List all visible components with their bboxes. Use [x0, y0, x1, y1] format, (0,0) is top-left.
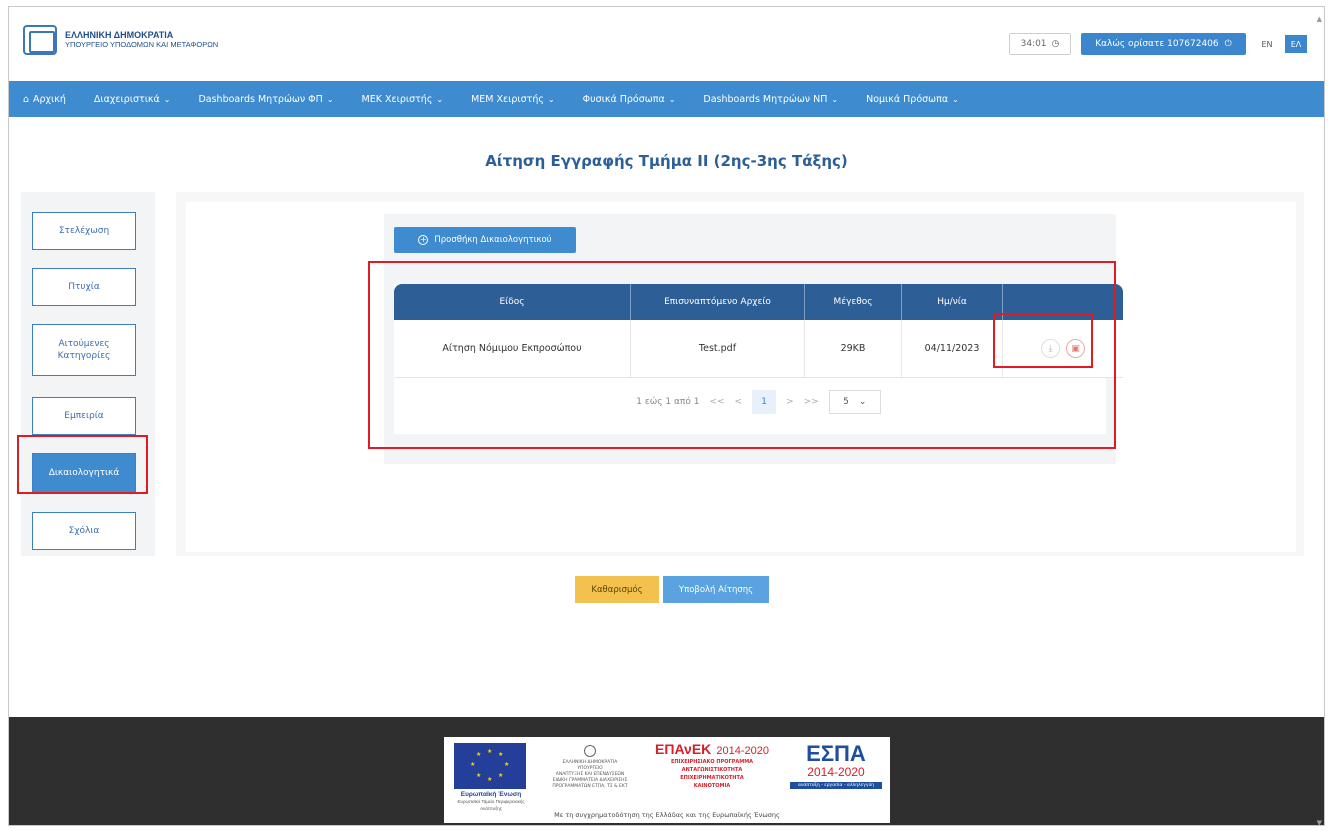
nav-dashboards-fp[interactable]: Dashboards Μητρώων ΦΠ ⌄	[198, 94, 333, 105]
greek-emblem-icon	[23, 25, 57, 55]
sidebar-item-degrees[interactable]: Πτυχία	[32, 268, 136, 306]
epanek-line: ΕΠΙΧΕΙΡΗΜΑΤΙΚΟΤΗΤΑ	[680, 775, 744, 781]
ministry-logo: ΕΛΛΗΝΙΚΗ ΔΗΜΟΚΡΑΤΙΑ ΥΠΟΥΡΓΕΙΟ ΑΝΑΠΤΥΞΗΣ …	[546, 745, 634, 790]
epanek-line: ΚΑΙΝΟΤΟΜΙΑ	[693, 783, 731, 789]
espa-logo: ΕΣΠΑ 2014-2020 ανάπτυξη - εργασία - αλλη…	[790, 743, 882, 789]
funding-banner: ★ ★ ★ ★ ★ ★ ★ ★ Ευρωπαϊκή Ένωση Ευρωπαϊκ…	[444, 737, 890, 823]
clock-icon: ◷	[1051, 39, 1060, 49]
espa-tagline: ανάπτυξη - εργασία - αλληλεγγύη	[790, 782, 882, 789]
user-logout-button[interactable]: Καλώς ορίσατε 107672406 ⏻	[1081, 33, 1246, 55]
chevron-down-icon: ⌄	[326, 94, 334, 104]
top-header: ΕΛΛΗΝΙΚΗ ΔΗΜΟΚΡΑΤΙΑ ΥΠΟΥΡΓΕΙΟ ΥΠΟΔΟΜΩΝ Κ…	[9, 7, 1324, 73]
welcome-text: Καλώς ορίσατε 107672406	[1095, 39, 1219, 49]
nav-label: Dashboards Μητρώων ΝΠ	[703, 93, 828, 105]
ministry-line: ΠΡΟΓΡΑΜΜΑΤΩΝ ΕΤΠΑ, ΤΣ & ΕΚΤ	[552, 784, 628, 789]
highlight-documents-tab	[17, 435, 148, 494]
eu-title: Ευρωπαϊκή Ένωση	[460, 791, 522, 798]
logo-subtitle: ΥΠΟΥΡΓΕΙΟ ΥΠΟΔΟΜΩΝ ΚΑΙ ΜΕΤΑΦΟΡΩΝ	[65, 40, 219, 49]
nav-admin[interactable]: Διαχειριστικά ⌄	[94, 94, 171, 105]
cofunding-text: Με τη συγχρηματοδότηση της Ελλάδας και τ…	[554, 811, 780, 819]
chevron-down-icon: ⌄	[436, 94, 444, 104]
greek-emblem-icon	[584, 745, 596, 757]
chevron-down-icon: ⌄	[831, 94, 839, 104]
epanek-line: ΑΝΤΑΓΩΝΙΣΤΙΚΟΤΗΤΑ	[681, 767, 743, 773]
nav-label: Dashboards Μητρώων ΦΠ	[198, 93, 323, 105]
nav-label: ΜΕΜ Χειριστής	[471, 93, 544, 105]
main-nav: ⌂ Αρχική Διαχειριστικά ⌄ Dashboards Μητρώ…	[9, 81, 1324, 117]
lang-el-button[interactable]: ΕΛ	[1285, 35, 1307, 53]
home-icon: ⌂	[23, 93, 30, 105]
chevron-down-icon: ⌄	[163, 94, 171, 104]
app-window: ΕΛΛΗΝΙΚΗ ΔΗΜΟΚΡΑΤΙΑ ΥΠΟΥΡΓΕΙΟ ΥΠΟΔΟΜΩΝ Κ…	[8, 6, 1325, 826]
nav-dashboards-np[interactable]: Dashboards Μητρώων ΝΠ ⌄	[703, 94, 838, 105]
eu-subtitle: Ευρωπαϊκό Ταμείο Περιφερειακής Ανάπτυξης	[457, 799, 525, 811]
nav-mek[interactable]: ΜΕΚ Χειριστής ⌄	[362, 94, 444, 105]
session-time: 34:01	[1020, 39, 1047, 49]
nav-legal-persons[interactable]: Νομικά Πρόσωπα ⌄	[866, 94, 959, 105]
ministry-logo[interactable]: ΕΛΛΗΝΙΚΗ ΔΗΜΟΚΡΑΤΙΑ ΥΠΟΥΡΓΕΙΟ ΥΠΟΔΟΜΩΝ Κ…	[23, 25, 218, 55]
sidebar-item-staffing[interactable]: Στελέχωση	[32, 212, 136, 250]
espa-years: 2014-2020	[807, 765, 865, 779]
lang-en-button[interactable]: EN	[1257, 35, 1277, 53]
epanek-logo: ΕΠΑνΕΚ 2014-2020 ΕΠΙΧΕΙΡΗΣΙΑΚΟ ΠΡΟΓΡΑΜΜΑ…	[650, 742, 774, 790]
scroll-down-icon[interactable]: ▼	[1317, 819, 1322, 825]
logo-title: ΕΛΛΗΝΙΚΗ ΔΗΜΟΚΡΑΤΙΑ	[65, 30, 174, 40]
sidebar-item-experience[interactable]: Εμπειρία	[32, 397, 136, 435]
nav-mem[interactable]: ΜΕΜ Χειριστής ⌄	[471, 94, 555, 105]
session-timer: 34:01 ◷	[1009, 33, 1071, 55]
footer: ★ ★ ★ ★ ★ ★ ★ ★ Ευρωπαϊκή Ένωση Ευρωπαϊκ…	[9, 717, 1324, 825]
epanek-years: 2014-2020	[716, 745, 769, 757]
nav-natural-persons[interactable]: Φυσικά Πρόσωπα ⌄	[583, 94, 676, 105]
nav-home-label: Αρχική	[33, 93, 66, 105]
clear-button[interactable]: Καθαρισμός	[575, 576, 659, 603]
chevron-down-icon: ⌄	[952, 94, 959, 104]
nav-label: ΜΕΚ Χειριστής	[361, 93, 433, 105]
espa-title: ΕΣΠΑ	[806, 741, 866, 766]
application-sections-sidebar: Στελέχωση Πτυχία Αιτούμενες Κατηγορίες Ε…	[21, 192, 155, 556]
highlight-row-actions	[993, 313, 1093, 368]
sidebar-item-requested-categories[interactable]: Αιτούμενες Κατηγορίες	[32, 324, 136, 376]
nav-label: Νομικά Πρόσωπα	[866, 93, 949, 105]
submit-application-button[interactable]: Υποβολή Αίτησης	[663, 576, 769, 603]
epanek-title: ΕΠΑνΕΚ	[655, 741, 712, 757]
add-document-label: Προσθήκη Δικαιολογητικού	[434, 235, 552, 245]
scroll-up-icon[interactable]: ▲	[1317, 15, 1322, 23]
sidebar-item-comments[interactable]: Σχόλια	[32, 512, 136, 550]
plus-circle-icon: +	[418, 235, 429, 245]
epanek-line: ΕΠΙΧΕΙΡΗΣΙΑΚΟ ΠΡΟΓΡΑΜΜΑ	[670, 759, 754, 765]
add-document-button[interactable]: + Προσθήκη Δικαιολογητικού	[394, 227, 576, 253]
chevron-down-icon: ⌄	[668, 94, 676, 104]
page-title: Αίτηση Εγγραφής Τμήμα ΙΙ (2ης-3ης Τάξης)	[485, 152, 848, 170]
power-icon: ⏻	[1224, 39, 1232, 49]
chevron-down-icon: ⌄	[547, 94, 555, 104]
eu-label: Ευρωπαϊκή Ένωση Ευρωπαϊκό Ταμείο Περιφερ…	[452, 791, 530, 812]
eu-flag-icon: ★ ★ ★ ★ ★ ★ ★ ★	[454, 743, 526, 789]
nav-home[interactable]: ⌂ Αρχική	[23, 94, 66, 105]
nav-label: Φυσικά Πρόσωπα	[582, 93, 665, 105]
nav-label: Διαχειριστικά	[93, 93, 160, 105]
